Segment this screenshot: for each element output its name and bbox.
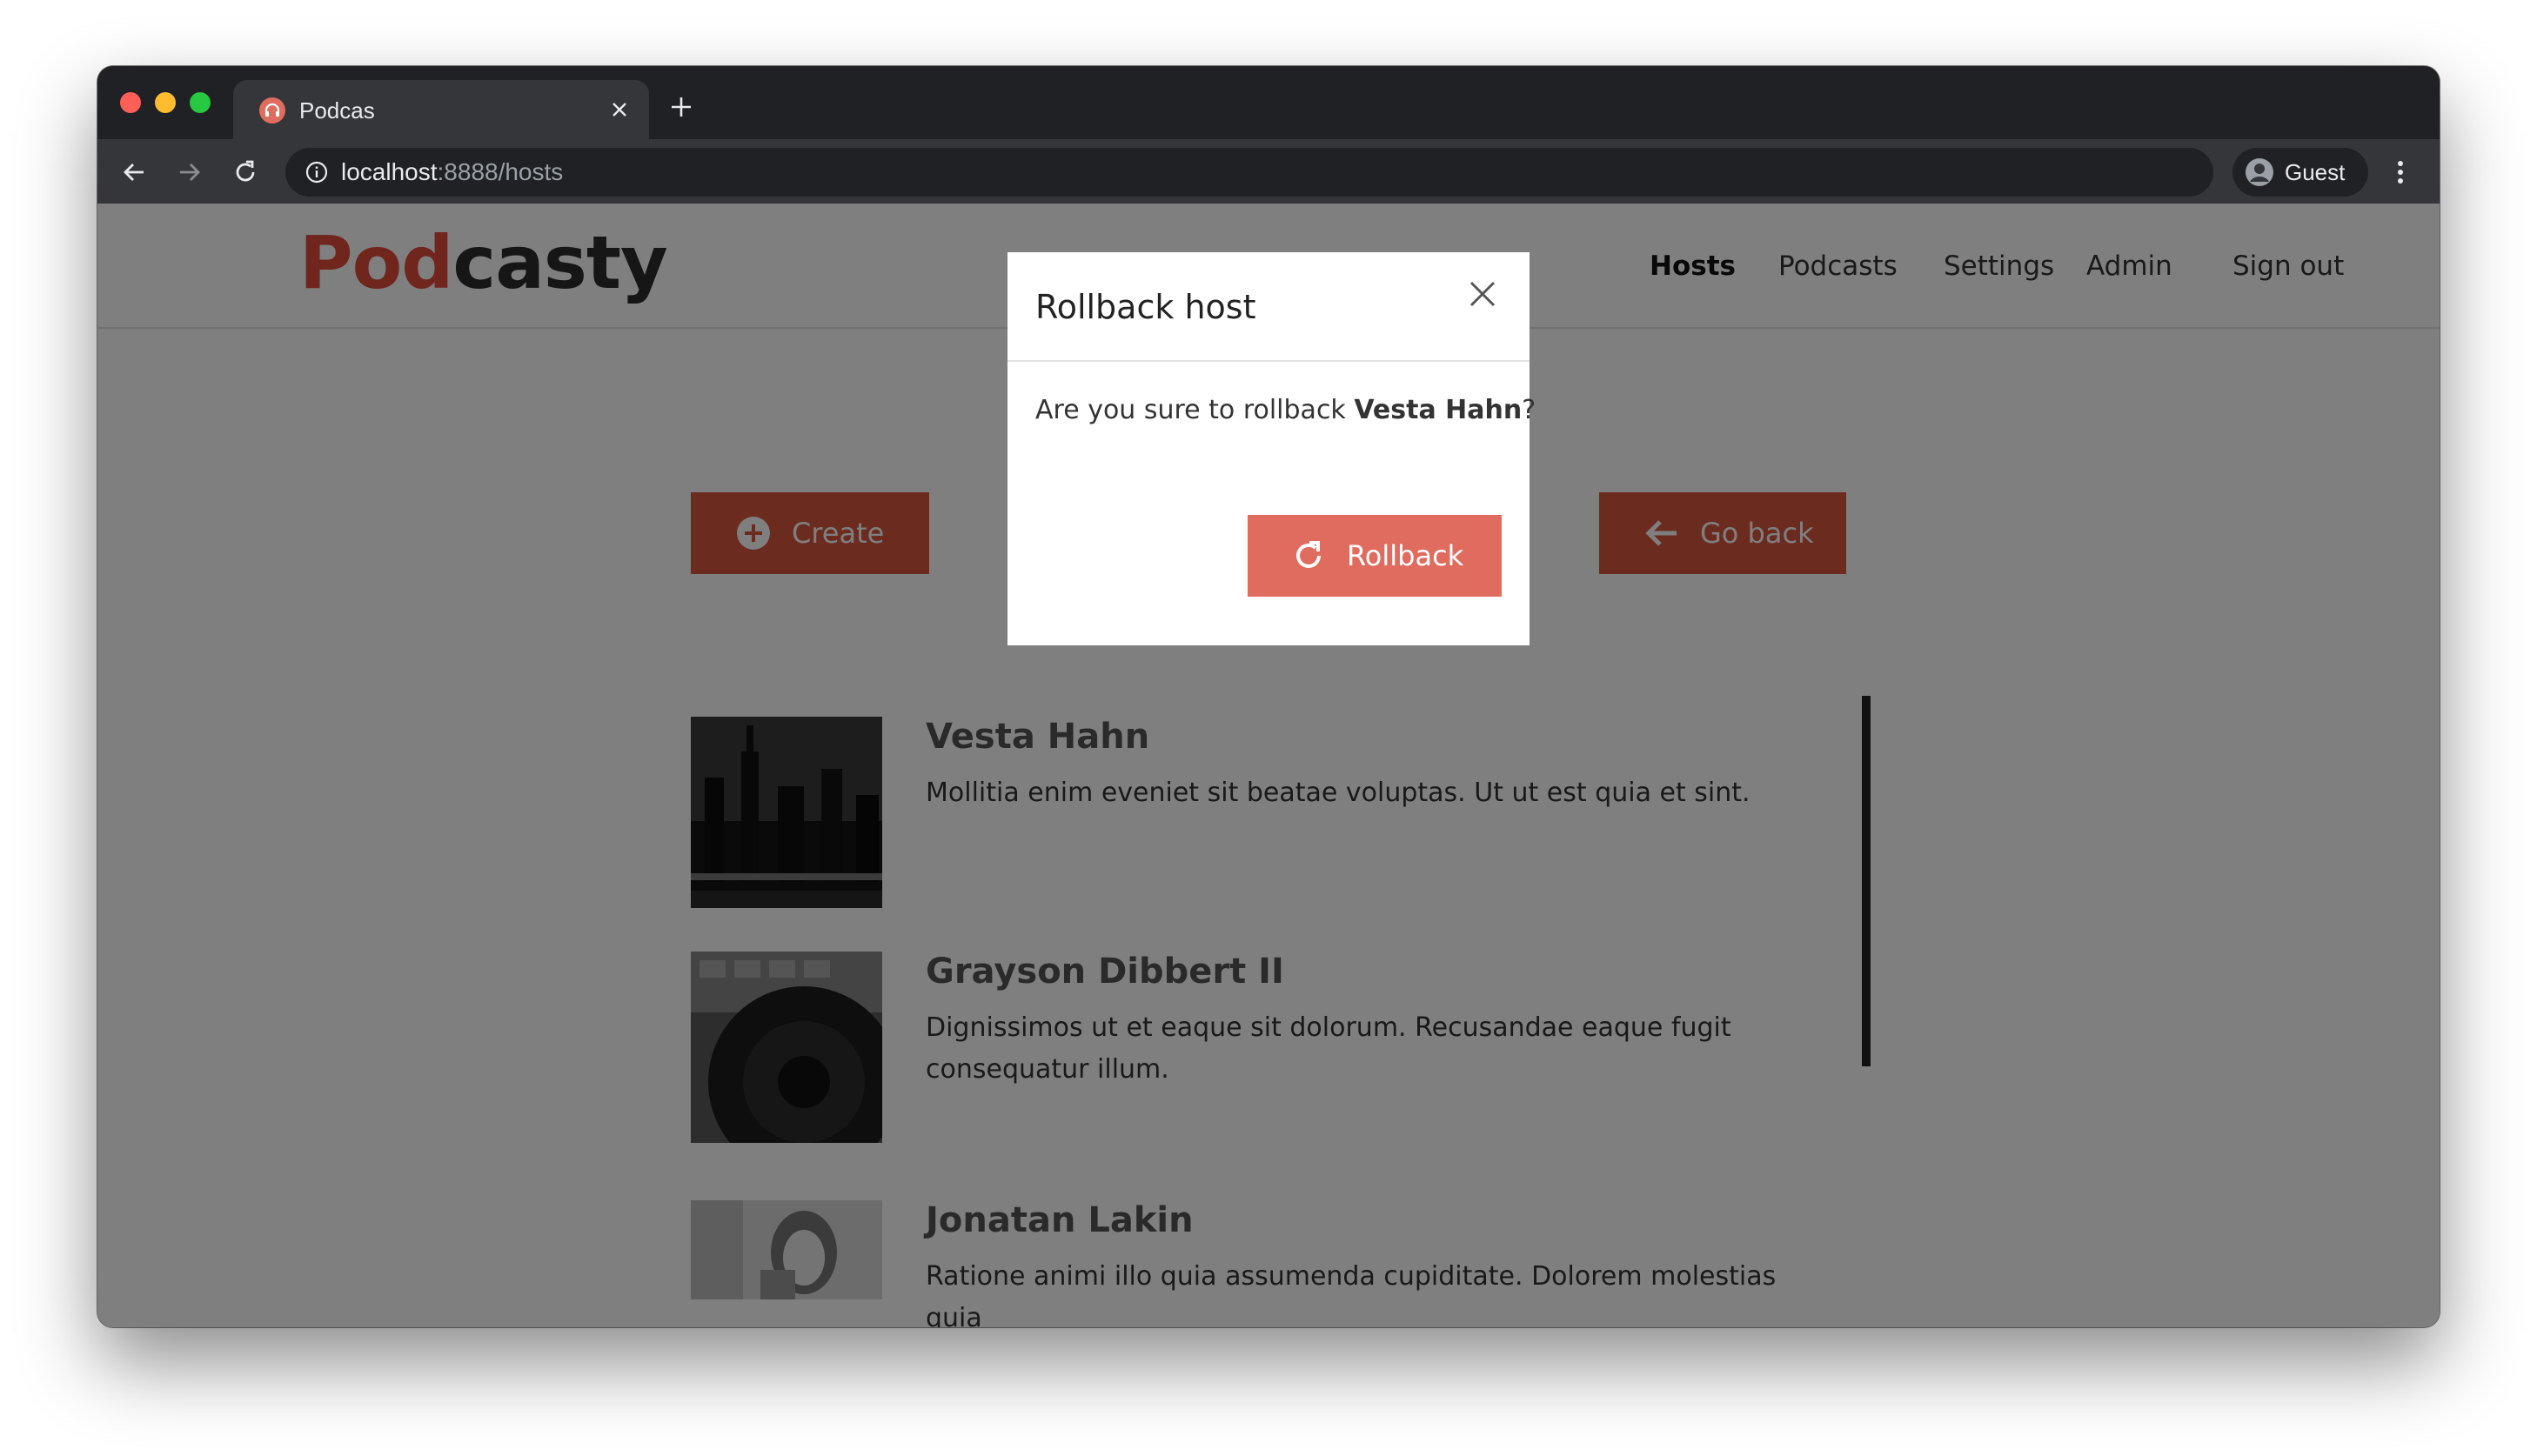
address-bar[interactable]: localhost:8888/hosts bbox=[285, 148, 2213, 197]
rollback-button-label: Rollback bbox=[1347, 539, 1464, 572]
reload-icon[interactable] bbox=[228, 155, 263, 190]
new-tab-icon[interactable] bbox=[666, 92, 696, 122]
url-path: :8888/hosts bbox=[437, 158, 564, 185]
dialog-message-host: Vesta Hahn bbox=[1354, 395, 1523, 425]
rollback-button[interactable]: Rollback bbox=[1248, 515, 1502, 597]
browser-tab[interactable]: Podcas bbox=[233, 80, 649, 139]
forward-arrow-icon[interactable] bbox=[172, 155, 207, 190]
profile-button[interactable]: Guest bbox=[2232, 148, 2368, 197]
dialog-message-prefix: Are you sure to rollback bbox=[1035, 395, 1355, 425]
rotate-cw-icon bbox=[1291, 538, 1326, 573]
site-info-icon[interactable] bbox=[305, 160, 329, 184]
browser-toolbar: localhost:8888/hosts Guest bbox=[97, 139, 2440, 204]
browser-titlebar: Podcas bbox=[97, 66, 2440, 139]
window-minimize-button[interactable] bbox=[155, 92, 176, 113]
dialog-message: Are you sure to rollback Vesta Hahn? bbox=[1035, 391, 1536, 430]
window-close-button[interactable] bbox=[120, 92, 141, 113]
dialog-header: Rollback host bbox=[1007, 252, 1530, 362]
more-vert-icon[interactable] bbox=[2387, 155, 2413, 190]
url-host: localhost bbox=[341, 158, 438, 185]
close-icon[interactable] bbox=[1463, 275, 1502, 313]
profile-name: Guest bbox=[2285, 159, 2346, 185]
page-viewport: Podcasty Hosts Podcasts Settings Admin S… bbox=[97, 204, 2440, 1327]
headphones-icon bbox=[259, 97, 285, 124]
window-maximize-button[interactable] bbox=[190, 92, 211, 113]
url-text: localhost:8888/hosts bbox=[341, 157, 563, 188]
browser-window: Podcas localhost:8888/hosts Guest Rollba… bbox=[97, 66, 2440, 1327]
back-arrow-icon[interactable] bbox=[117, 155, 151, 190]
dialog-message-suffix: ? bbox=[1522, 395, 1536, 425]
tab-title: Podcas bbox=[299, 97, 375, 124]
tab-close-icon[interactable] bbox=[606, 96, 633, 124]
avatar-icon bbox=[2245, 157, 2274, 187]
dialog-title: Rollback host bbox=[1035, 288, 1256, 326]
rollback-dialog: Rollback host Are you sure to rollback V… bbox=[1007, 252, 1536, 645]
